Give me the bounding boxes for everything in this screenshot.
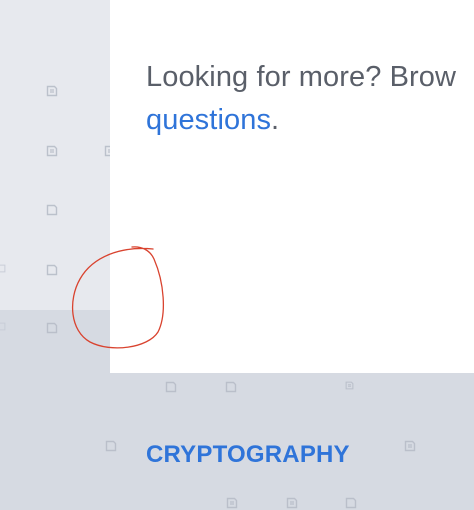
tiny-frame-icon [0, 264, 6, 273]
frame-icon [46, 264, 58, 276]
document-icon [46, 85, 58, 97]
frame-icon [345, 497, 357, 509]
frame-icon [225, 381, 237, 393]
page-stage: Looking for more? Brow questions. CRYPTO… [0, 0, 474, 510]
section-title-link[interactable]: CRYPTOGRAPHY [146, 441, 350, 469]
document-icon [226, 497, 238, 509]
frame-icon [165, 381, 177, 393]
document-icon [46, 145, 58, 157]
document-icon [404, 440, 416, 452]
frame-icon [105, 440, 117, 452]
promo-text-before: Looking for more? Brow [146, 61, 457, 93]
frame-icon [46, 204, 58, 216]
promo-text-after: . [271, 104, 280, 136]
questions-link[interactable]: questions [146, 104, 271, 136]
frame-icon [46, 322, 58, 334]
document-icon [286, 497, 298, 509]
tiny-frame-icon [0, 322, 6, 331]
promo-card: Looking for more? Brow questions. [110, 0, 474, 373]
document-icon [345, 381, 354, 390]
promo-text: Looking for more? Brow questions. [146, 56, 456, 142]
